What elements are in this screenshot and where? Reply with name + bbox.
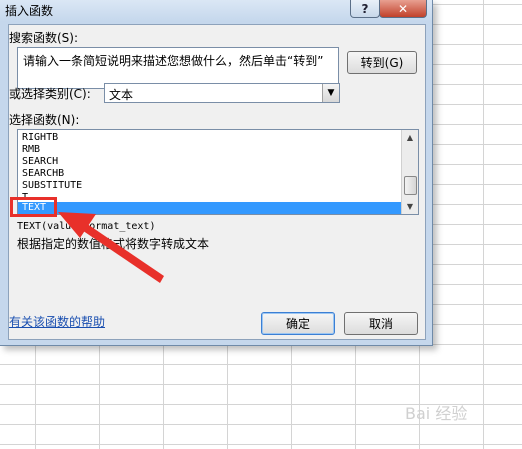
go-button[interactable]: 转到(G)	[347, 51, 417, 74]
search-label: 搜索函数(S):	[9, 31, 79, 45]
category-label: 或选择类别(C):	[9, 87, 91, 101]
insert-function-dialog: 插入函数 ? ✕ 搜索函数(S): 请输入一条简短说明来描述您想做什么，然后单击…	[0, 0, 433, 346]
function-help-link[interactable]: 有关该函数的帮助	[9, 313, 105, 330]
cancel-button[interactable]: 取消	[344, 312, 418, 335]
help-icon[interactable]: ?	[350, 0, 380, 18]
category-value: 文本	[109, 88, 134, 102]
chevron-down-icon[interactable]: ▼	[322, 84, 339, 102]
watermark: Bai 经验	[405, 404, 468, 423]
list-scrollbar[interactable]: ▲ ▼	[401, 130, 418, 214]
function-description: 根据指定的数值格式将数字转成文本	[17, 237, 210, 251]
annotation-highlight-box	[10, 197, 57, 217]
function-list[interactable]: RIGHTB RMB SEARCH SEARCHB SUBSTITUTE T T…	[17, 129, 419, 215]
scroll-down-icon[interactable]: ▼	[402, 199, 418, 214]
list-item[interactable]: RMB	[22, 144, 40, 156]
close-icon[interactable]: ✕	[379, 0, 427, 18]
function-list-label: 选择函数(N):	[9, 113, 80, 127]
list-item[interactable]: SEARCH	[22, 156, 58, 168]
dialog-body: 搜索函数(S): 请输入一条简短说明来描述您想做什么，然后单击“转到” 转到(G…	[8, 24, 426, 340]
list-item[interactable]: RIGHTB	[22, 132, 58, 144]
category-select[interactable]: 文本 ▼	[104, 83, 340, 103]
ok-button[interactable]: 确定	[261, 312, 335, 335]
dialog-title: 插入函数	[5, 4, 54, 18]
scroll-up-icon[interactable]: ▲	[402, 130, 418, 145]
scroll-thumb[interactable]	[404, 176, 417, 195]
list-item[interactable]: SEARCHB	[22, 168, 64, 180]
list-item[interactable]: SUBSTITUTE	[22, 180, 82, 192]
function-syntax: TEXT(value,format_text)	[17, 221, 156, 232]
search-input-text: 请输入一条简短说明来描述您想做什么，然后单击“转到”	[23, 54, 324, 68]
dialog-titlebar: 插入函数 ? ✕	[0, 0, 432, 22]
list-item-selected[interactable]: TEXT	[18, 202, 406, 214]
